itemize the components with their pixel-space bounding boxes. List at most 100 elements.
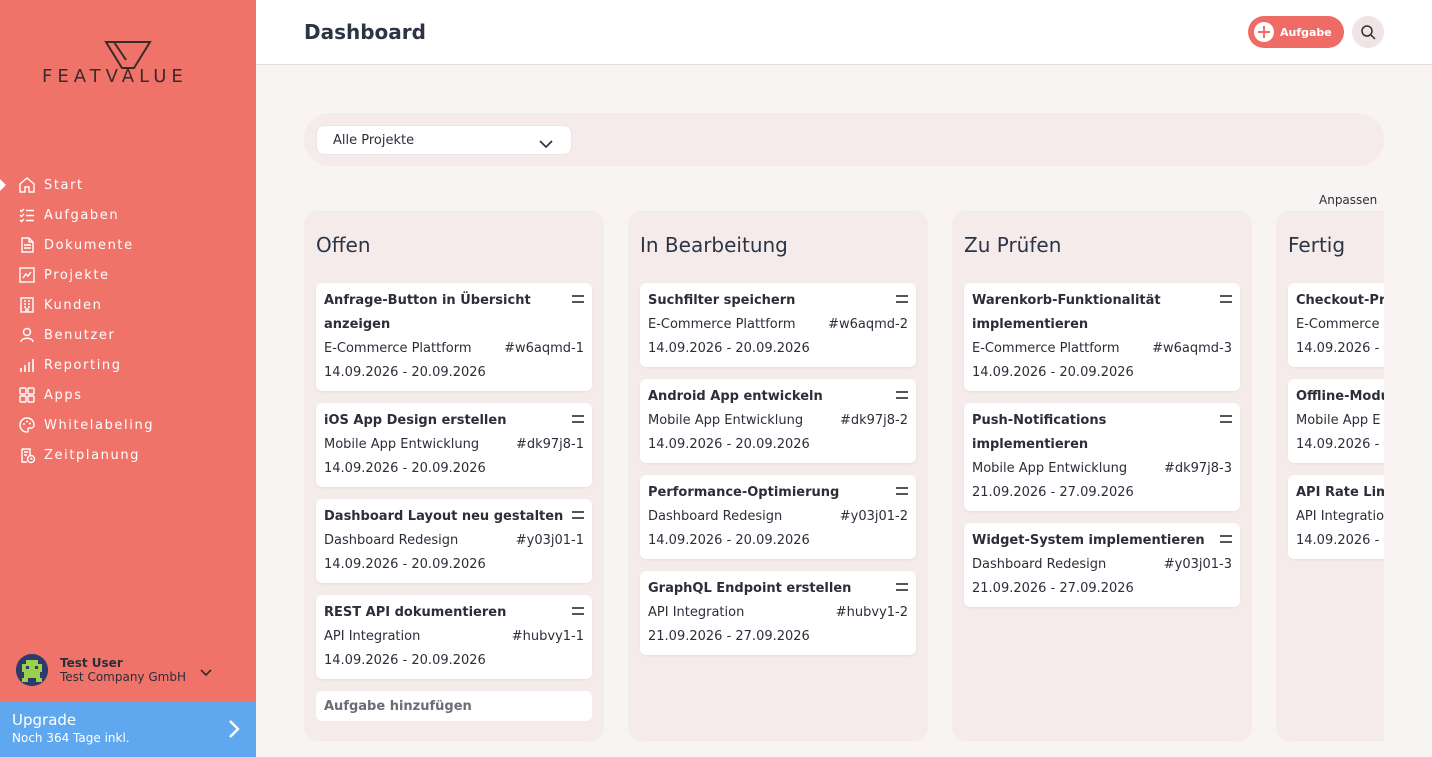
task-meta-row: E-Commerce bbox=[1296, 313, 1384, 337]
featvalue-logo[interactable]: FEATVALUE bbox=[42, 40, 216, 90]
task-card[interactable]: Suchfilter speichern E-Commerce Plattform… bbox=[640, 283, 916, 367]
task-card[interactable]: Checkout-Pro E-Commerce 14.09.2026 - 2 bbox=[1288, 283, 1384, 367]
task-dates: 21.09.2026 - 27.09.2026 bbox=[972, 485, 1134, 500]
task-title: API Rate Lim bbox=[1296, 485, 1384, 500]
task-id: #w6aqmd-3 bbox=[1152, 341, 1232, 356]
card-list: Warenkorb-Funktionalität implementieren E… bbox=[964, 283, 1240, 619]
task-project: Mobile App Entwicklung bbox=[324, 437, 480, 452]
task-card[interactable]: Performance-Optimierung Dashboard Redesig… bbox=[640, 475, 916, 559]
task-card[interactable]: Dashboard Layout neu gestalten Dashboard … bbox=[316, 499, 592, 583]
add-task-card-label: Aufgabe hinzufügen bbox=[324, 698, 472, 714]
sidebar-item-zeitplanung[interactable]: Zeitplanung bbox=[0, 440, 256, 470]
task-dates: 14.09.2026 - 20.09.2026 bbox=[324, 365, 486, 380]
task-card[interactable]: iOS App Design erstellen Mobile App Entwi… bbox=[316, 403, 592, 487]
task-id: #hubvy1-1 bbox=[511, 629, 584, 644]
sidebar-item-whitelabeling[interactable]: Whitelabeling bbox=[0, 410, 256, 440]
add-task-button[interactable]: Aufgabe bbox=[1248, 16, 1344, 48]
task-card[interactable]: Anfrage-Button in Übersicht anzeigen E-Co… bbox=[316, 283, 592, 391]
sidebar-item-aufgaben[interactable]: Aufgaben bbox=[0, 200, 256, 230]
sidebar-item-label: Zeitplanung bbox=[44, 447, 141, 463]
sidebar-item-start[interactable]: Start bbox=[0, 170, 256, 200]
palette-icon bbox=[18, 416, 36, 434]
column-title: Offen bbox=[316, 233, 371, 257]
logo-text: FEATVALUE bbox=[42, 66, 188, 87]
user-info: Test User Test Company GmbH bbox=[60, 656, 186, 684]
upgrade-banner[interactable]: Upgrade Noch 364 Tage inkl. bbox=[0, 701, 256, 757]
chevron-down-icon bbox=[200, 662, 212, 681]
task-card[interactable]: GraphQL Endpoint erstellen API Integratio… bbox=[640, 571, 916, 655]
drag-handle-icon[interactable] bbox=[896, 487, 908, 495]
add-task-card-button[interactable]: Aufgabe hinzufügen bbox=[316, 691, 592, 721]
task-project: Dashboard Redesign bbox=[324, 533, 459, 548]
sidebar-item-label: Whitelabeling bbox=[44, 417, 155, 433]
user-icon bbox=[18, 326, 36, 344]
sidebar-item-dokumente[interactable]: Dokumente bbox=[0, 230, 256, 260]
drag-handle-icon[interactable] bbox=[896, 391, 908, 399]
filter-bar: Alle Projekte bbox=[304, 113, 1384, 166]
task-project: API Integration bbox=[648, 605, 745, 620]
sidebar-item-label: Kunden bbox=[44, 297, 103, 313]
drag-handle-icon[interactable] bbox=[1220, 295, 1232, 303]
sidebar-item-apps[interactable]: Apps bbox=[0, 380, 256, 410]
sidebar-item-kunden[interactable]: Kunden bbox=[0, 290, 256, 320]
drag-handle-icon[interactable] bbox=[572, 607, 584, 615]
sidebar-item-benutzer[interactable]: Benutzer bbox=[0, 320, 256, 350]
drag-handle-icon[interactable] bbox=[896, 295, 908, 303]
task-id: #dk97j8-2 bbox=[839, 413, 908, 428]
task-project: Mobile App Entwicklung bbox=[972, 461, 1128, 476]
card-list: Anfrage-Button in Übersicht anzeigen E-Co… bbox=[316, 283, 592, 721]
drag-handle-icon[interactable] bbox=[572, 295, 584, 303]
task-card[interactable]: Android App entwickeln Mobile App Entwick… bbox=[640, 379, 916, 463]
task-meta-row: Mobile App E bbox=[1296, 409, 1384, 433]
task-dates: 14.09.2026 - 2 bbox=[1296, 341, 1384, 356]
board-column: Offen Anfrage-Button in Übersicht anzeige… bbox=[304, 211, 604, 741]
customize-link[interactable]: Anpassen bbox=[1319, 193, 1377, 207]
drag-handle-icon[interactable] bbox=[572, 511, 584, 519]
task-dates: 14.09.2026 - 2 bbox=[1296, 437, 1384, 452]
task-dates: 14.09.2026 - 20.09.2026 bbox=[972, 365, 1134, 380]
task-meta-row: API Integration #hubvy1-2 bbox=[648, 601, 908, 625]
column-title: Zu Prüfen bbox=[964, 233, 1062, 257]
task-card[interactable]: Widget-System implementieren Dashboard Re… bbox=[964, 523, 1240, 607]
column-title: Fertig bbox=[1288, 233, 1346, 257]
task-title: Push-Notifications implementieren bbox=[972, 413, 1107, 452]
task-card[interactable]: REST API dokumentieren API Integration #hu… bbox=[316, 595, 592, 679]
task-project: E-Commerce bbox=[1296, 317, 1380, 332]
sidebar-item-projekte[interactable]: Projekte bbox=[0, 260, 256, 290]
task-card[interactable]: Offline-Modu Mobile App E 14.09.2026 - 2 bbox=[1288, 379, 1384, 463]
drag-handle-icon[interactable] bbox=[1220, 535, 1232, 543]
chevron-right-icon bbox=[228, 719, 240, 743]
task-card[interactable]: Warenkorb-Funktionalität implementieren E… bbox=[964, 283, 1240, 391]
user-menu[interactable]: Test User Test Company GmbH bbox=[16, 652, 246, 688]
project-select-value: Alle Projekte bbox=[333, 132, 415, 148]
task-title: Anfrage-Button in Übersicht anzeigen bbox=[324, 293, 531, 332]
task-title: Android App entwickeln bbox=[648, 389, 823, 404]
search-button[interactable] bbox=[1352, 16, 1384, 48]
home-icon bbox=[18, 176, 36, 194]
tasks-icon bbox=[18, 206, 36, 224]
user-company: Test Company GmbH bbox=[60, 670, 186, 684]
documents-icon bbox=[18, 236, 36, 254]
avatar bbox=[16, 654, 48, 686]
board-column: In Bearbeitung Suchfilter speichern E-Comm… bbox=[628, 211, 928, 741]
task-meta-row: API Integration #hubvy1-1 bbox=[324, 625, 584, 649]
drag-handle-icon[interactable] bbox=[896, 583, 908, 591]
board-column: Fertig Checkout-Pro E-Commerce 14.09.2026 -… bbox=[1276, 211, 1384, 741]
page-title: Dashboard bbox=[304, 20, 426, 44]
sidebar-item-label: Reporting bbox=[44, 357, 122, 373]
task-card[interactable]: API Rate Lim API Integratio 14.09.2026 - 2 bbox=[1288, 475, 1384, 559]
task-project: API Integration bbox=[324, 629, 421, 644]
task-meta-row: API Integratio bbox=[1296, 505, 1384, 529]
user-name: Test User bbox=[60, 656, 123, 670]
task-dates: 14.09.2026 - 20.09.2026 bbox=[648, 341, 810, 356]
drag-handle-icon[interactable] bbox=[572, 415, 584, 423]
task-card[interactable]: Push-Notifications implementieren Mobile … bbox=[964, 403, 1240, 511]
task-project: E-Commerce Plattform bbox=[972, 341, 1120, 356]
task-meta-row: Mobile App Entwicklung #dk97j8-2 bbox=[648, 409, 908, 433]
kanban-board: Offen Anfrage-Button in Übersicht anzeige… bbox=[304, 211, 1384, 741]
column-title: In Bearbeitung bbox=[640, 233, 788, 257]
sidebar-item-reporting[interactable]: Reporting bbox=[0, 350, 256, 380]
project-select[interactable]: Alle Projekte bbox=[316, 125, 572, 155]
task-title: Offline-Modu bbox=[1296, 389, 1384, 404]
drag-handle-icon[interactable] bbox=[1220, 415, 1232, 423]
